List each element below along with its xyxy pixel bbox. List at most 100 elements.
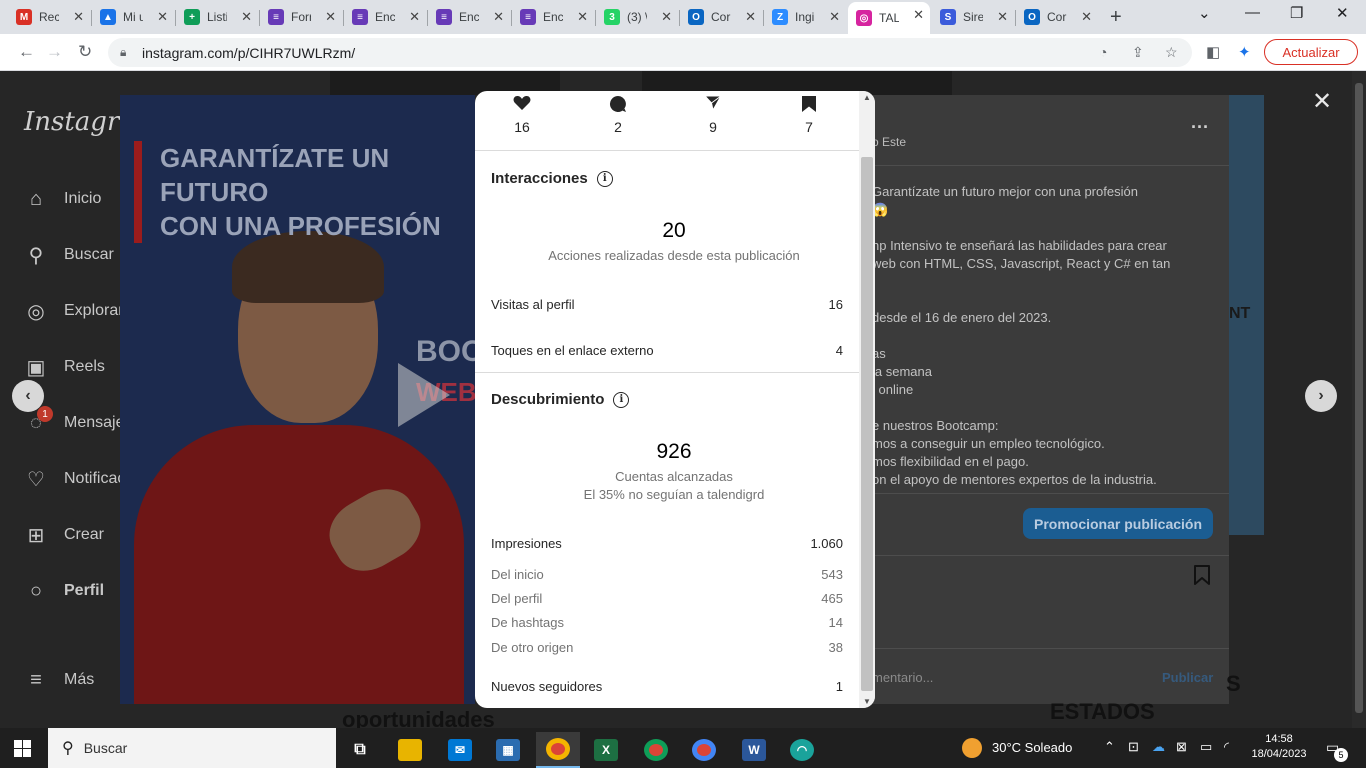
word-icon[interactable]: W: [732, 732, 776, 768]
browser-tab[interactable]: + Listi ✕: [176, 4, 258, 30]
network-alert-icon[interactable]: ⊠: [1176, 739, 1187, 755]
performance-icon[interactable]: ◔: [1099, 44, 1107, 60]
browser-tab[interactable]: ≡ Enc ✕: [428, 4, 510, 30]
info-icon[interactable]: i: [596, 170, 613, 187]
restore-icon[interactable]: ❐: [1290, 4, 1303, 22]
publish-comment-button[interactable]: Publicar: [1162, 670, 1213, 685]
reload-icon[interactable]: ↻: [78, 42, 92, 62]
extension-icon[interactable]: ✦: [1238, 43, 1251, 61]
modal-scrollbar[interactable]: ▲ ▼: [859, 91, 875, 708]
file-explorer-icon[interactable]: [388, 732, 432, 768]
sidebar-item-crear[interactable]: ⊞ Crear: [22, 521, 104, 549]
url-text[interactable]: instagram.com/p/CIHR7UWLRzm/: [142, 45, 355, 61]
reels-icon: ▣: [26, 356, 46, 379]
chrome-profile-icon[interactable]: [682, 732, 726, 768]
task-view-icon[interactable]: ⧉: [338, 732, 382, 768]
minimize-icon[interactable]: —: [1245, 4, 1260, 21]
weather-text[interactable]: 30°C Soleado: [992, 740, 1072, 755]
tray-chevron-icon[interactable]: ⌃: [1104, 739, 1115, 755]
sidebar-item-explorar[interactable]: ◎ Explorar: [22, 297, 123, 325]
browser-tab[interactable]: 3 (3) \ ✕: [596, 4, 678, 30]
battery-icon[interactable]: ▭: [1200, 739, 1212, 755]
browser-tab[interactable]: ≡ Enc ✕: [344, 4, 426, 30]
browser-tab[interactable]: S Sire ✕: [932, 4, 1014, 30]
close-tab-icon[interactable]: ✕: [913, 7, 924, 23]
lock-icon[interactable]: 🔒︎: [120, 45, 126, 60]
close-tab-icon[interactable]: ✕: [73, 9, 84, 25]
address-bar[interactable]: 🔒︎ instagram.com/p/CIHR7UWLRzm/ ◔ ⇪ ☆: [108, 38, 1192, 67]
previous-post-icon[interactable]: ‹: [12, 380, 44, 412]
close-tab-icon[interactable]: ✕: [661, 9, 672, 25]
weather-sun-icon[interactable]: [962, 738, 982, 758]
sidebar-item-perfil[interactable]: ○ Perfil: [22, 577, 104, 605]
side-panel-icon[interactable]: ◧: [1206, 43, 1220, 61]
chrome-icon[interactable]: [536, 732, 580, 768]
back-icon[interactable]: ←: [18, 42, 35, 62]
gmail-icon: M: [16, 9, 32, 25]
page-scrollbar[interactable]: [1352, 71, 1366, 728]
sidebar-item-más[interactable]: ≡ Más: [22, 666, 94, 694]
sidebar-item-reels[interactable]: ▣ Reels: [22, 353, 105, 381]
row-value: 1: [835, 679, 843, 694]
close-tab-icon[interactable]: ✕: [409, 9, 420, 25]
save-bookmark-icon[interactable]: [1192, 565, 1212, 585]
browser-tab[interactable]: ≡ Forr ✕: [260, 4, 342, 30]
windows-start-icon[interactable]: [14, 740, 31, 757]
scroll-up-icon[interactable]: ▲: [863, 93, 871, 102]
promote-post-button[interactable]: Promocionar publicación: [1023, 508, 1213, 539]
close-tab-icon[interactable]: ✕: [241, 9, 252, 25]
forward-icon[interactable]: →: [46, 42, 63, 62]
close-modal-icon[interactable]: ✕: [1312, 87, 1332, 116]
tab-search-icon[interactable]: ⌄: [1198, 4, 1211, 22]
insights-modal: 16 2 9 7 Interacciones i 20 Acciones rea…: [475, 91, 875, 708]
comment-input[interactable]: mentario...: [872, 670, 933, 685]
play-icon[interactable]: [398, 363, 450, 427]
close-window-icon[interactable]: ✕: [1336, 4, 1349, 22]
browser-tab[interactable]: Z Ingi ✕: [764, 4, 846, 30]
browser-tab[interactable]: M Rec ✕: [8, 4, 90, 30]
modal-scrollbar-thumb[interactable]: [861, 157, 873, 691]
page-scrollbar-thumb[interactable]: [1355, 83, 1363, 713]
browser-tab[interactable]: ◎ TAL ✕: [848, 2, 930, 34]
chrome-profile-icon[interactable]: [634, 732, 678, 768]
update-button[interactable]: Actualizar: [1264, 39, 1358, 65]
close-tab-icon[interactable]: ✕: [157, 9, 168, 25]
close-tab-icon[interactable]: ✕: [493, 9, 504, 25]
sidebar-item-inicio[interactable]: ⌂ Inicio: [22, 185, 101, 213]
post-author-fragment[interactable]: o Este: [872, 135, 906, 149]
store-icon[interactable]: ▦: [486, 732, 530, 768]
saves-stat: 7: [779, 95, 839, 135]
comments-count: 2: [614, 119, 622, 135]
system-clock[interactable]: 14:58 18/04/2023: [1248, 732, 1310, 762]
onedrive-icon[interactable]: ☁: [1152, 739, 1165, 755]
close-tab-icon[interactable]: ✕: [829, 9, 840, 25]
bookmark-star-icon[interactable]: ☆: [1165, 44, 1178, 61]
info-icon[interactable]: i: [613, 391, 630, 408]
app-icon[interactable]: ◠: [780, 732, 824, 768]
next-post-icon[interactable]: ›: [1305, 380, 1337, 412]
sidebar-item-buscar[interactable]: ⚲ Buscar: [22, 241, 114, 269]
close-tab-icon[interactable]: ✕: [1081, 9, 1092, 25]
browser-tab[interactable]: O Cor ✕: [680, 4, 762, 30]
share-page-icon[interactable]: ⇪: [1132, 44, 1144, 61]
close-tab-icon[interactable]: ✕: [325, 9, 336, 25]
browser-tab[interactable]: ≡ Enc ✕: [512, 4, 594, 30]
profile-visits-row: Visitas al perfil 16: [491, 297, 843, 312]
row-value: 4: [835, 343, 843, 358]
close-tab-icon[interactable]: ✕: [745, 9, 756, 25]
close-tab-icon[interactable]: ✕: [997, 9, 1008, 25]
excel-icon[interactable]: X: [584, 732, 628, 768]
scroll-down-icon[interactable]: ▼: [863, 697, 871, 706]
browser-tab-strip: M Rec ✕ ▲ Mi u ✕ + Listi ✕ ≡ Forr ✕ ≡ Enc ✕ ≡ Enc ✕ ≡ Enc ✕ 3…: [0, 0, 1366, 34]
taskbar-search-input[interactable]: ⚲ Buscar: [48, 728, 336, 768]
wifi-icon[interactable]: ◜: [1224, 739, 1229, 755]
more-options-icon[interactable]: ···: [1191, 117, 1209, 138]
post-media[interactable]: GARANTÍZATE UN FUTURO CON UNA PROFESIÓN …: [120, 95, 475, 704]
browser-tab[interactable]: ▲ Mi u ✕: [92, 4, 174, 30]
mail-icon[interactable]: ✉: [438, 732, 482, 768]
browser-tab[interactable]: O Cor ✕: [1016, 4, 1098, 30]
shares-stat: 9: [683, 95, 743, 135]
tray-app-icon[interactable]: ⊡: [1128, 739, 1139, 755]
new-tab-button[interactable]: +: [1110, 6, 1122, 29]
close-tab-icon[interactable]: ✕: [577, 9, 588, 25]
